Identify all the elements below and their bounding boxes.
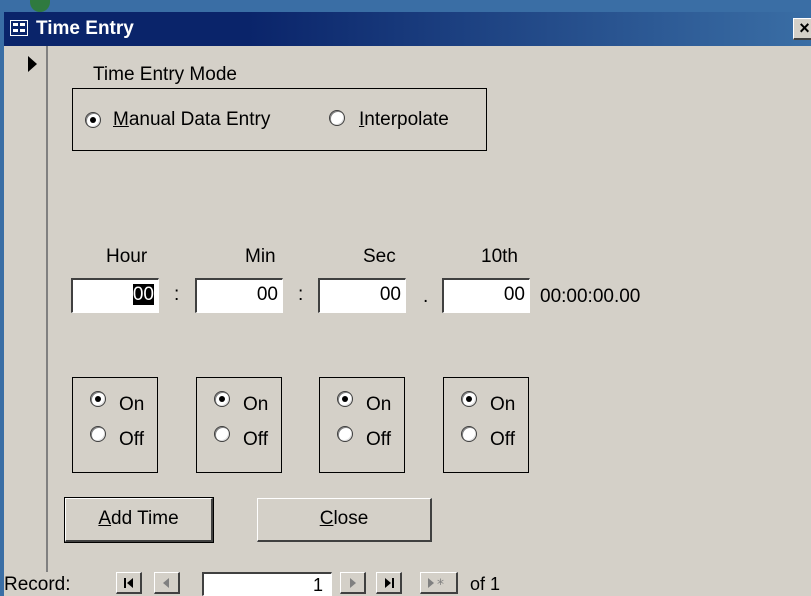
- min-off-label: Off: [243, 429, 268, 450]
- desktop-background: [0, 0, 811, 12]
- close-icon: ×: [799, 18, 810, 38]
- close-button[interactable]: Close: [257, 498, 432, 542]
- sec-off-radio[interactable]: [337, 426, 353, 442]
- manual-data-entry-label: Manual Data Entry: [113, 109, 271, 130]
- tenth-off-radio[interactable]: [461, 426, 477, 442]
- hour-min-separator: :: [174, 284, 180, 305]
- min-on-off-group: On Off: [196, 377, 282, 473]
- previous-record-button[interactable]: [154, 572, 180, 594]
- tenth-on-radio[interactable]: [461, 391, 477, 407]
- previous-record-icon: [163, 578, 169, 588]
- interpolate-label: Interpolate: [359, 109, 449, 130]
- hour-off-radio[interactable]: [90, 426, 106, 442]
- min-off-radio[interactable]: [214, 426, 230, 442]
- hour-on-off-group: On Off: [72, 377, 158, 473]
- close-window-button[interactable]: ×: [793, 18, 811, 40]
- tenth-label: 10th: [481, 246, 518, 267]
- record-count: of 1: [470, 574, 501, 594]
- add-time-button[interactable]: Add Time: [64, 497, 214, 543]
- title-bar[interactable]: Time Entry ×: [4, 12, 811, 46]
- sec-off-label: Off: [366, 429, 391, 450]
- record-number-input[interactable]: 1: [202, 572, 332, 596]
- first-record-icon: [124, 578, 133, 588]
- sec-label: Sec: [363, 246, 396, 267]
- current-record-arrow-icon: [28, 56, 37, 72]
- next-record-icon: [350, 578, 356, 588]
- tenth-off-label: Off: [490, 429, 515, 450]
- hour-on-label: On: [119, 394, 145, 415]
- desktop-icon-fragment: [30, 0, 50, 12]
- min-on-radio[interactable]: [214, 391, 230, 407]
- tenth-on-label: On: [490, 394, 516, 415]
- tenth-on-off-group: On Off: [443, 377, 529, 473]
- hour-input[interactable]: 00: [71, 278, 159, 313]
- hour-on-radio[interactable]: [90, 391, 106, 407]
- manual-data-entry-radio[interactable]: [85, 112, 101, 128]
- interpolate-option[interactable]: Interpolate: [329, 107, 479, 133]
- sec-on-label: On: [366, 394, 392, 415]
- interpolate-radio[interactable]: [329, 110, 345, 126]
- last-record-button[interactable]: [376, 572, 402, 594]
- hour-label: Hour: [106, 246, 148, 267]
- form-icon: [10, 20, 28, 36]
- new-record-icon: *: [428, 577, 444, 590]
- record-navigation-bar: Record: 1 * of 1: [4, 572, 811, 596]
- sec-on-off-group: On Off: [319, 377, 405, 473]
- sec-input[interactable]: 00: [318, 278, 406, 313]
- time-entry-mode-group: Manual Data Entry Interpolate: [72, 88, 487, 151]
- manual-data-entry-option[interactable]: Manual Data Entry: [85, 107, 315, 133]
- time-entry-mode-label: Time Entry Mode: [93, 64, 237, 85]
- time-entry-window: Time Entry × Time Entry Mode Manual Data…: [4, 12, 811, 596]
- last-record-icon: [385, 578, 394, 588]
- record-selector[interactable]: [4, 46, 48, 572]
- sec-tenth-separator: .: [423, 286, 429, 307]
- hour-off-label: Off: [119, 429, 144, 450]
- next-record-button[interactable]: [340, 572, 366, 594]
- window-title: Time Entry: [36, 18, 134, 39]
- record-label: Record:: [4, 574, 71, 595]
- sec-on-radio[interactable]: [337, 391, 353, 407]
- time-display: 00:00:00.00: [540, 286, 641, 307]
- min-sec-separator: :: [298, 284, 304, 305]
- new-record-button[interactable]: *: [420, 572, 458, 594]
- tenth-input[interactable]: 00: [442, 278, 530, 313]
- svg-text:*: *: [437, 577, 444, 590]
- min-input[interactable]: 00: [195, 278, 283, 313]
- first-record-button[interactable]: [116, 572, 142, 594]
- min-on-label: On: [243, 394, 269, 415]
- min-label: Min: [245, 246, 276, 267]
